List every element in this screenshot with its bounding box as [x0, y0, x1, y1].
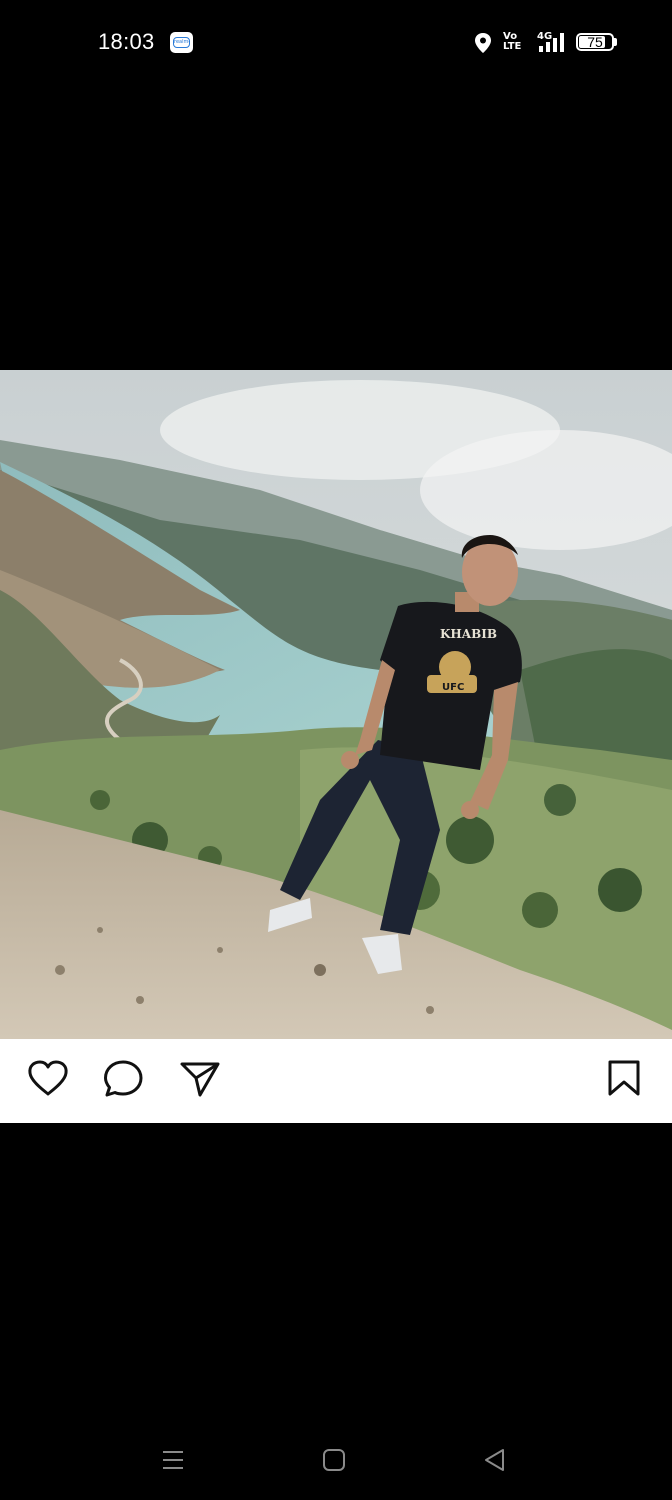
- bookmark-icon[interactable]: [604, 1058, 644, 1098]
- back-triangle-icon[interactable]: [482, 1447, 508, 1473]
- heart-outline-icon[interactable]: [26, 1059, 70, 1099]
- post-action-bar: [0, 1039, 672, 1123]
- volte-icon: Vo LTE: [503, 32, 525, 52]
- speech-bubble-icon[interactable]: [102, 1059, 146, 1099]
- battery-cap: [614, 38, 617, 46]
- navigation-bar: [0, 1420, 672, 1500]
- shirt-print-text: KHABIB: [440, 627, 497, 641]
- network-type: 4G: [537, 31, 552, 42]
- signal-icon: 4G: [537, 31, 564, 52]
- menu-icon[interactable]: [160, 1447, 186, 1473]
- app-badge-icon: realme: [170, 32, 193, 53]
- app-badge-label: realme: [173, 37, 190, 48]
- home-square-icon[interactable]: [321, 1447, 347, 1473]
- volte-label-bottom: LTE: [503, 41, 522, 52]
- location-icon: [475, 33, 491, 53]
- post-photo-image: KHABIB UFC: [0, 370, 672, 1039]
- status-bar: 18:03 realme Vo LTE 4G 75: [0, 0, 672, 86]
- status-time: 18:03: [98, 29, 155, 54]
- shirt-print-subtext: UFC: [442, 682, 464, 693]
- paper-plane-icon[interactable]: [178, 1059, 222, 1099]
- post-photo[interactable]: KHABIB UFC: [0, 370, 672, 1039]
- battery-level: 75: [587, 34, 603, 50]
